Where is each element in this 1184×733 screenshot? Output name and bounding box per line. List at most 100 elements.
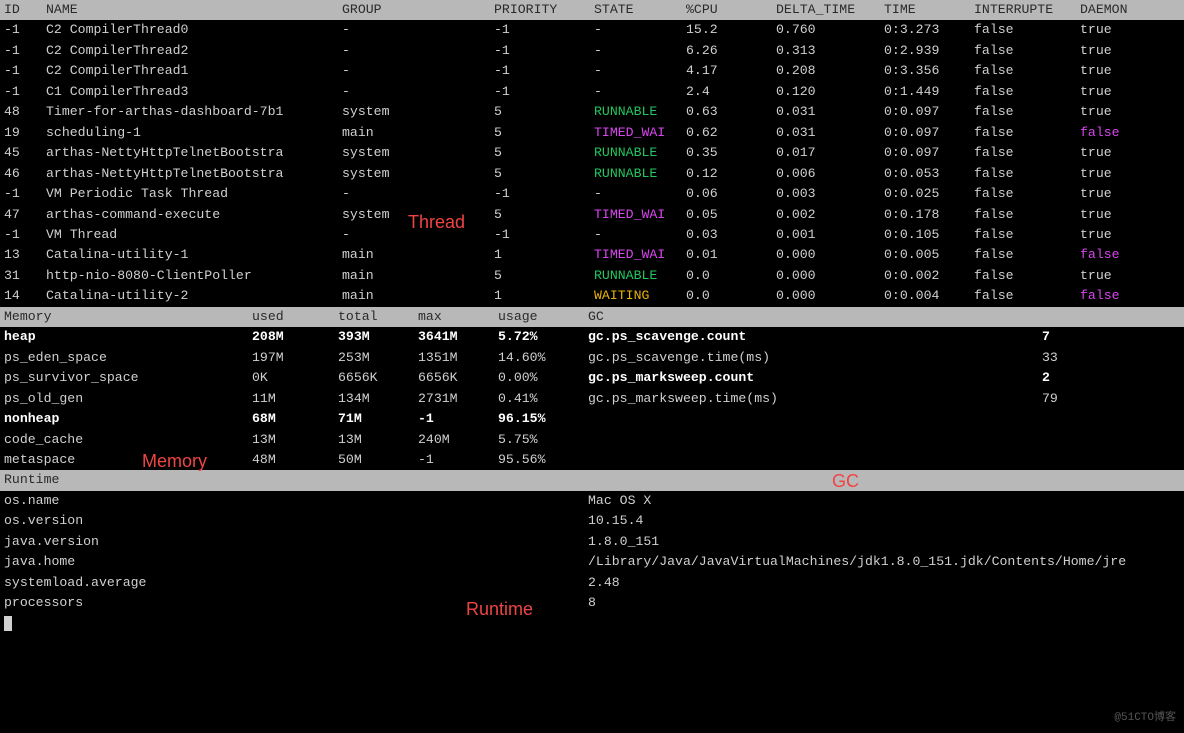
cell-cpu: 6.26 <box>686 41 776 61</box>
gc-row: gc.ps_marksweep.time(ms)79 <box>586 389 1184 409</box>
cell-cpu: 0.0 <box>686 286 776 306</box>
cell-interrupted: false <box>974 143 1080 163</box>
cell-mem-max: 1351M <box>418 348 498 368</box>
cell-group: - <box>342 20 494 40</box>
cell-state: RUNNABLE <box>594 102 686 122</box>
cell-state: - <box>594 61 686 81</box>
cell-group: main <box>342 123 494 143</box>
cell-delta: 0.031 <box>776 123 884 143</box>
cell-mem-total: 50M <box>338 450 418 470</box>
cell-id: -1 <box>0 82 46 102</box>
cell-rt-key: java.home <box>0 552 588 572</box>
gc-row: gc.ps_scavenge.count7 <box>586 327 1184 347</box>
cell-daemon: true <box>1080 225 1170 245</box>
cell-mem-total: 253M <box>338 348 418 368</box>
cell-time: 0:3.356 <box>884 61 974 81</box>
cell-cpu: 0.06 <box>686 184 776 204</box>
cell-delta: 0.017 <box>776 143 884 163</box>
thread-row: 45arthas-NettyHttpTelnetBootstrasystem5R… <box>0 143 1184 163</box>
cell-time: 0:0.105 <box>884 225 974 245</box>
thread-row: -1VM Thread--1-0.030.0010:0.105falsetrue <box>0 225 1184 245</box>
cell-rt-key: processors <box>0 593 588 613</box>
cell-priority: -1 <box>494 61 594 81</box>
cell-gc-key: gc.ps_scavenge.time(ms) <box>586 348 1042 368</box>
cell-mem-name: code_cache <box>0 430 252 450</box>
memory-header-row: Memory used total max usage <box>0 307 586 327</box>
cell-interrupted: false <box>974 41 1080 61</box>
cell-state: - <box>594 82 686 102</box>
thread-row: 19scheduling-1main5TIMED_WAI0.620.0310:0… <box>0 123 1184 143</box>
cell-id: 47 <box>0 205 46 225</box>
cell-id: 14 <box>0 286 46 306</box>
cell-interrupted: false <box>974 286 1080 306</box>
cell-rt-key: java.version <box>0 532 588 552</box>
cell-mem-usage: 95.56% <box>498 450 584 470</box>
cell-interrupted: false <box>974 20 1080 40</box>
thread-row: -1C1 CompilerThread3--1-2.40.1200:1.449f… <box>0 82 1184 102</box>
thread-table: ID NAME GROUP PRIORITY STATE %CPU DELTA_… <box>0 0 1184 307</box>
cell-mem-usage: 5.75% <box>498 430 584 450</box>
cell-mem-usage: 0.00% <box>498 368 584 388</box>
cell-name: VM Thread <box>46 225 342 245</box>
cell-name: Catalina-utility-1 <box>46 245 342 265</box>
cell-delta: 0.003 <box>776 184 884 204</box>
gc-header-row: GC <box>586 307 1184 327</box>
col-state: STATE <box>594 0 686 20</box>
gc-row: gc.ps_marksweep.count2 <box>586 368 1184 388</box>
runtime-row: os.nameMac OS X <box>0 491 1184 511</box>
runtime-row: processors8 <box>0 593 1184 613</box>
cell-time: 0:0.025 <box>884 184 974 204</box>
cell-priority: 1 <box>494 286 594 306</box>
cell-state: - <box>594 41 686 61</box>
cell-mem-used: 48M <box>252 450 338 470</box>
cell-delta: 0.002 <box>776 205 884 225</box>
runtime-row: java.version1.8.0_151 <box>0 532 1184 552</box>
cell-mem-used: 11M <box>252 389 338 409</box>
cell-time: 0:2.939 <box>884 41 974 61</box>
col-max: max <box>418 307 498 327</box>
cell-rt-val: 8 <box>588 593 1184 613</box>
col-name: NAME <box>46 0 342 20</box>
thread-row: 47arthas-command-executesystem5TIMED_WAI… <box>0 205 1184 225</box>
col-memory: Memory <box>0 307 252 327</box>
cell-mem-usage: 5.72% <box>498 327 584 347</box>
cell-time: 0:0.097 <box>884 102 974 122</box>
cell-name: C2 CompilerThread0 <box>46 20 342 40</box>
col-group: GROUP <box>342 0 494 20</box>
cell-delta: 0.000 <box>776 245 884 265</box>
thread-row: -1VM Periodic Task Thread--1-0.060.0030:… <box>0 184 1184 204</box>
cell-group: main <box>342 245 494 265</box>
cell-rt-key: systemload.average <box>0 573 588 593</box>
cell-group: - <box>342 61 494 81</box>
cell-cpu: 0.63 <box>686 102 776 122</box>
cell-cpu: 15.2 <box>686 20 776 40</box>
cell-delta: 0.031 <box>776 102 884 122</box>
runtime-section: Runtime os.nameMac OS Xos.version10.15.4… <box>0 470 1184 634</box>
cell-gc-val: 2 <box>1042 368 1184 388</box>
cell-time: 0:0.053 <box>884 164 974 184</box>
cell-time: 0:0.005 <box>884 245 974 265</box>
memory-row: heap208M393M3641M5.72% <box>0 327 586 347</box>
cell-state: TIMED_WAI <box>594 245 686 265</box>
cell-daemon: true <box>1080 102 1170 122</box>
memory-row: metaspace48M50M-195.56% <box>0 450 586 470</box>
cell-priority: -1 <box>494 82 594 102</box>
cell-daemon: true <box>1080 82 1170 102</box>
memory-row: ps_old_gen11M134M2731M0.41% <box>0 389 586 409</box>
memory-gc-section: Memory used total max usage heap208M393M… <box>0 307 1184 471</box>
cell-state: TIMED_WAI <box>594 123 686 143</box>
cell-mem-max: 2731M <box>418 389 498 409</box>
cell-cpu: 0.0 <box>686 266 776 286</box>
cell-delta: 0.000 <box>776 286 884 306</box>
col-id: ID <box>0 0 46 20</box>
cell-priority: 5 <box>494 123 594 143</box>
cell-time: 0:0.178 <box>884 205 974 225</box>
cell-id: -1 <box>0 184 46 204</box>
cell-priority: 5 <box>494 102 594 122</box>
cell-daemon: true <box>1080 164 1170 184</box>
cell-interrupted: false <box>974 245 1080 265</box>
cursor-icon <box>4 616 12 631</box>
col-delta: DELTA_TIME <box>776 0 884 20</box>
cell-delta: 0.000 <box>776 266 884 286</box>
cell-mem-name: ps_old_gen <box>0 389 252 409</box>
